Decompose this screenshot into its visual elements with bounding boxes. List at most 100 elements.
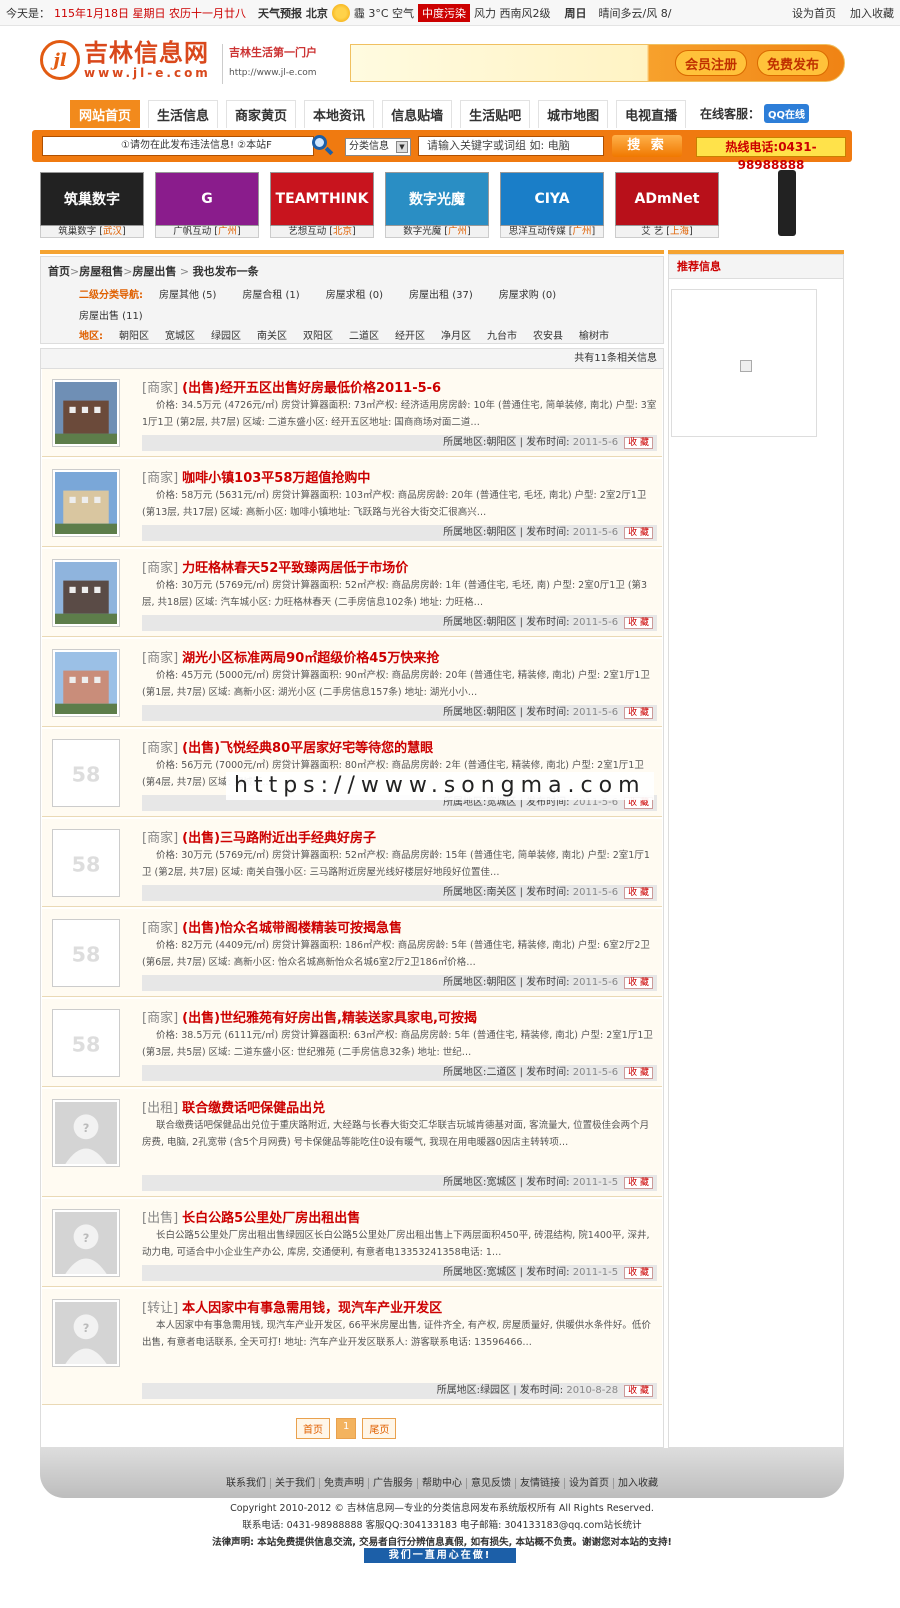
listing-area: 朝阳区 — [486, 707, 517, 718]
listing-title[interactable]: [商家] (出售)世纪雅苑有好房出售,精装送家具家电,可按揭 — [142, 1007, 477, 1026]
set-home-link[interactable]: 设为首页 — [792, 5, 836, 21]
nav-life-info[interactable]: 生活信息 — [148, 100, 219, 128]
nav-city-map[interactable]: 城市地图 — [538, 100, 609, 128]
favorite-button[interactable]: 收 藏 — [624, 1067, 653, 1079]
search-input[interactable]: 请输入关键字或词组 如: 电脑 — [418, 136, 604, 156]
phone-ad-image[interactable] — [778, 170, 796, 236]
area-link[interactable]: 榆树市 — [579, 327, 609, 342]
partner-banners: 筑巢数字 筑巢数字 [武汉] G 广帆互动 [广州] TEAMTHINK 艺想互动 [北京… — [40, 172, 719, 238]
favorite-button[interactable]: 收 藏 — [624, 617, 653, 629]
partner-banner[interactable]: 筑巢数字 筑巢数字 [武汉] — [40, 172, 144, 238]
listing-title[interactable]: [商家] 咖啡小镇103平58万超值抢购中 — [142, 467, 370, 486]
footer-link[interactable]: 关于我们 — [271, 1478, 320, 1489]
favorite-button[interactable]: 收 藏 — [624, 527, 653, 539]
partner-name: 思洋互动传媒 — [508, 226, 566, 237]
listing-title[interactable]: [商家] 湖光小区标准两局90㎡超级价格45万快来抢 — [142, 647, 439, 666]
listing-thumbnail[interactable] — [52, 649, 120, 717]
listing-panel: 共有11条相关信息 [商家] (出售)经开五区出售好房最低价格2011-5-6 价格… — [40, 348, 664, 1448]
favorite-button[interactable]: 收 藏 — [624, 437, 653, 449]
post-button[interactable]: 免费发布 — [757, 50, 829, 76]
footer-link[interactable]: 广告服务 — [369, 1478, 418, 1489]
search-button[interactable]: 搜 索 — [612, 135, 682, 157]
footer-link[interactable]: 友情链接 — [516, 1478, 565, 1489]
footer-link[interactable]: 意见反馈 — [467, 1478, 516, 1489]
nav-tv-live[interactable]: 电视直播 — [616, 100, 687, 128]
breadcrumb-sale[interactable]: 房屋出售 — [132, 265, 176, 278]
favorite-button[interactable]: 收 藏 — [624, 707, 653, 719]
listing-thumbnail[interactable] — [52, 559, 120, 627]
page-first[interactable]: 首页 — [296, 1418, 330, 1439]
listing-thumbnail[interactable]: 58 — [52, 919, 120, 987]
listing-thumbnail[interactable]: 58 — [52, 739, 120, 807]
listing-title[interactable]: [商家] (出售)经开五区出售好房最低价格2011-5-6 — [142, 377, 441, 396]
area-link[interactable]: 双阳区 — [303, 327, 333, 342]
nav-home[interactable]: 网站首页 — [70, 100, 141, 128]
category-link[interactable]: 房屋出售 (11) — [79, 307, 143, 322]
listing-thumbnail[interactable]: ? — [52, 1209, 120, 1277]
add-favorite-link[interactable]: 加入收藏 — [850, 5, 894, 21]
partner-banner[interactable]: 数字光魔 数字光魔 [广州] — [385, 172, 489, 238]
area-link[interactable]: 二道区 — [349, 327, 379, 342]
listing-title[interactable]: [商家] (出售)三马路附近出手经典好房子 — [142, 827, 376, 846]
nav-forum[interactable]: 生活贴吧 — [460, 100, 531, 128]
footer-link[interactable]: 设为首页 — [565, 1478, 614, 1489]
area-link[interactable]: 经开区 — [395, 327, 425, 342]
listing-thumbnail[interactable]: ? — [52, 1299, 120, 1367]
category-link[interactable]: 房屋其他 (5) — [159, 286, 216, 301]
listing-thumbnail[interactable] — [52, 379, 120, 447]
area-link[interactable]: 朝阳区 — [119, 327, 149, 342]
listing-thumbnail[interactable]: ? — [52, 1099, 120, 1167]
page-current[interactable]: 1 — [336, 1418, 357, 1439]
area-label: 所属地区: — [443, 437, 487, 448]
category-link[interactable]: 房屋求租 (0) — [326, 286, 383, 301]
partner-caption: 艾 艺 [上海] — [615, 226, 719, 238]
area-link[interactable]: 宽城区 — [165, 327, 195, 342]
footer-link[interactable]: 联系我们 — [222, 1478, 271, 1489]
breadcrumb-home[interactable]: 首页 — [48, 265, 70, 278]
category-link[interactable]: 房屋合租 (1) — [242, 286, 299, 301]
time-label: 发布时间: — [526, 437, 570, 448]
breadcrumb-post[interactable]: 我也发布一条 — [193, 265, 259, 278]
register-button[interactable]: 会员注册 — [675, 50, 747, 76]
listing-title[interactable]: [出租] 联合缴费话吧保健品出兑 — [142, 1097, 325, 1116]
listing-title[interactable]: [出售] 长白公路5公里处厂房出租出售 — [142, 1207, 360, 1226]
area-link[interactable]: 南关区 — [257, 327, 287, 342]
listing-thumbnail[interactable]: 58 — [52, 1009, 120, 1077]
favorite-button[interactable]: 收 藏 — [624, 887, 653, 899]
area-link[interactable]: 绿园区 — [211, 327, 241, 342]
time-label: 发布时间: — [526, 527, 570, 538]
partner-banner[interactable]: CIYA 思洋互动传媒 [广州] — [500, 172, 604, 238]
area-link[interactable]: 净月区 — [441, 327, 471, 342]
favorite-button[interactable]: 收 藏 — [624, 1385, 653, 1397]
listing-title[interactable]: [商家] 力旺格林春天52平致臻两居低于市场价 — [142, 557, 408, 576]
listing-title[interactable]: [转让] 本人因家中有事急需用钱，现汽车产业开发区 — [142, 1297, 442, 1316]
breadcrumb-housing[interactable]: 房屋租售 — [79, 265, 123, 278]
favorite-button[interactable]: 收 藏 — [624, 1177, 653, 1189]
footer-link[interactable]: 帮助中心 — [418, 1478, 467, 1489]
partner-banner[interactable]: ADmNet 艾 艺 [上海] — [615, 172, 719, 238]
site-name: 吉林信息网 — [84, 39, 209, 67]
nav-local-news[interactable]: 本地资讯 — [304, 100, 375, 128]
sidebar-ad-image[interactable] — [671, 289, 817, 437]
footer-link[interactable]: 免责声明 — [320, 1478, 369, 1489]
nav-info-wall[interactable]: 信息贴墙 — [382, 100, 453, 128]
page-last[interactable]: 尾页 — [362, 1418, 397, 1439]
category-select[interactable]: 分类信息 ▼ — [345, 138, 411, 156]
area-link[interactable]: 农安县 — [533, 327, 563, 342]
site-logo[interactable]: jl 吉林信息网 www.jl-e.com — [40, 40, 211, 80]
partner-banner[interactable]: TEAMTHINK 艺想互动 [北京] — [270, 172, 374, 238]
listing-title[interactable]: [商家] (出售)飞悦经典80平居家好宅等待您的慧眼 — [142, 737, 433, 756]
category-link[interactable]: 房屋出租 (37) — [409, 286, 473, 301]
nav-yellow-pages[interactable]: 商家黄页 — [226, 100, 297, 128]
listing-thumbnail[interactable] — [52, 469, 120, 537]
qq-online-button[interactable]: QQ在线 — [764, 104, 810, 123]
listing-title[interactable]: [商家] (出售)怡众名城带阁楼精装可按揭急售 — [142, 917, 402, 936]
listing-meta: 所属地区:二道区 | 发布时间: 2011-5-6 收 藏 — [142, 1065, 657, 1081]
area-link[interactable]: 九台市 — [487, 327, 517, 342]
footer-link[interactable]: 加入收藏 — [614, 1478, 662, 1489]
listing-thumbnail[interactable]: 58 — [52, 829, 120, 897]
partner-banner[interactable]: G 广帆互动 [广州] — [155, 172, 259, 238]
category-link[interactable]: 房屋求购 (0) — [499, 286, 556, 301]
favorite-button[interactable]: 收 藏 — [624, 1267, 653, 1279]
favorite-button[interactable]: 收 藏 — [624, 977, 653, 989]
